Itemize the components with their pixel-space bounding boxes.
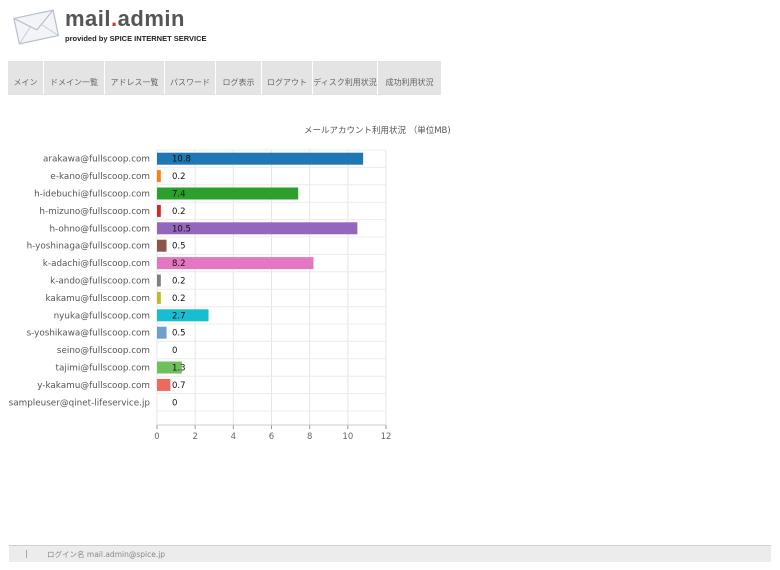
x-tick-label: 10: [342, 432, 353, 442]
value-label: 0.2: [172, 277, 186, 287]
usage-bar-chart: 0 2 4 6 8 10 12 arakawa@fullscoop.com 10.8 e-kano…: [9, 149, 392, 442]
value-label: 2.7: [172, 311, 186, 321]
bar: [157, 239, 167, 252]
value-label: 0: [172, 398, 177, 408]
bar: [157, 204, 161, 217]
category-label: tajimi@fullscoop.com: [56, 364, 150, 374]
category-label: kakamu@fullscoop.com: [45, 294, 150, 304]
bar: [157, 170, 161, 183]
value-label: 0.5: [172, 242, 186, 252]
category-label: h-yoshinaga@fullscoop.com: [27, 242, 150, 252]
x-tick-label: 12: [381, 432, 392, 442]
x-tick-label: 2: [192, 432, 197, 442]
category-label: s-yoshikawa@fullscoop.com: [27, 329, 150, 339]
category-label: k-ando@fullscoop.com: [50, 277, 150, 287]
category-label: e-kano@fullscoop.com: [50, 172, 150, 182]
value-label: 7.4: [172, 190, 186, 200]
category-label: sampleuser@qinet-lifeservice.jp: [9, 398, 151, 408]
category-label: arakawa@fullscoop.com: [43, 155, 150, 165]
footer-separator: |: [25, 549, 28, 558]
value-label: 0.2: [172, 294, 186, 304]
value-label: 8.2: [172, 259, 186, 269]
category-label: nyuka@fullscoop.com: [54, 311, 150, 321]
value-label: 1.3: [172, 364, 186, 374]
login-status: ログイン名 mail.admin@spice.jp: [47, 550, 166, 559]
value-label: 0.5: [172, 329, 186, 339]
category-label: k-adachi@fullscoop.com: [43, 259, 150, 269]
value-label: 0.2: [172, 172, 186, 182]
bar: [157, 378, 171, 391]
category-label: y-kakamu@fullscoop.com: [37, 381, 150, 391]
value-label: 0.2: [172, 207, 186, 217]
bar: [157, 291, 161, 304]
footer: | ログイン名 mail.admin@spice.jp: [9, 545, 771, 562]
value-label: 10.8: [172, 155, 191, 165]
value-label: 0: [172, 346, 177, 356]
x-tick-label: 0: [154, 432, 159, 442]
x-tick-label: 8: [307, 432, 312, 442]
category-label: h-idebuchi@fullscoop.com: [34, 190, 150, 200]
value-label: 10.5: [172, 224, 191, 234]
bar: [157, 274, 161, 287]
category-label: seino@fullscoop.com: [57, 346, 150, 356]
category-label: h-ohno@fullscoop.com: [49, 224, 150, 234]
category-label: h-mizuno@fullscoop.com: [39, 207, 150, 217]
value-label: 0.7: [172, 381, 186, 391]
x-tick-label: 4: [231, 432, 236, 442]
x-tick-label: 6: [269, 432, 274, 442]
bar: [157, 326, 167, 339]
